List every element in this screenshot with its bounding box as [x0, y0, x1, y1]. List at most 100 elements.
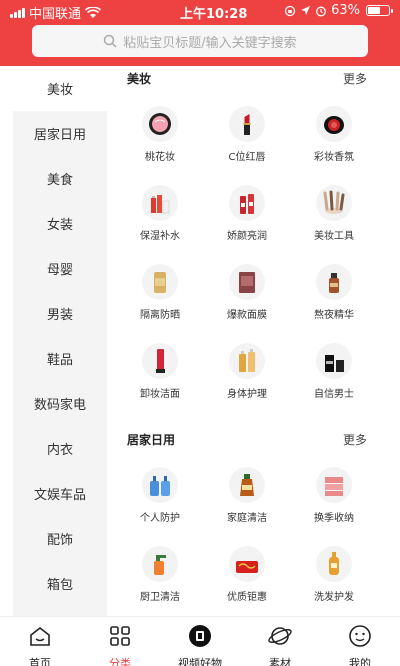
- category-item[interactable]: 保湿补水: [115, 185, 205, 255]
- category-item-label: 卸妆洁面: [140, 389, 180, 400]
- sidebar-item[interactable]: 男装: [13, 291, 107, 336]
- category-item[interactable]: 洗发护发: [289, 546, 379, 616]
- category-item-label: 熬夜精华: [314, 310, 354, 321]
- tab-bar: 首页 分类 视频好物 素材 我的: [0, 616, 400, 666]
- search-placeholder: 粘贴宝贝标题/输入关键字搜索: [123, 35, 297, 51]
- sidebar-item-label: 箱包: [46, 578, 73, 593]
- sidebar-item[interactable]: 数码家电: [13, 381, 107, 426]
- tab-category[interactable]: 分类: [80, 617, 160, 666]
- category-item-label: 桃花妆: [145, 152, 175, 163]
- sidebar-item-label: 男装: [46, 308, 73, 323]
- search-input[interactable]: 粘贴宝贝标题/输入关键字搜索: [32, 25, 368, 57]
- category-sidebar: 美妆居家日用美食女装母婴男装鞋品数码家电内衣文娱车品配饰箱包: [13, 66, 107, 616]
- category-item-label: 优质钜惠: [227, 592, 267, 603]
- category-item[interactable]: C位红唇: [202, 106, 292, 176]
- planet-icon: [267, 623, 293, 655]
- category-item-label: 厨卫清洁: [140, 592, 180, 603]
- sidebar-item-label: 美食: [46, 173, 73, 188]
- category-item[interactable]: 熬夜精华: [289, 264, 379, 334]
- disinfectant-bottle-icon: [229, 467, 265, 503]
- category-item[interactable]: 隔离防晒: [115, 264, 205, 334]
- sidebar-item-label: 配饰: [46, 533, 73, 548]
- tab-label: 视频好物: [178, 657, 222, 666]
- body-lotion-icon: [229, 343, 265, 379]
- category-item[interactable]: 娇颜亮润: [202, 185, 292, 255]
- sidebar-item-label: 女装: [46, 218, 73, 233]
- sidebar-item[interactable]: 美食: [13, 156, 107, 201]
- sidebar-item-label: 内衣: [46, 443, 73, 458]
- category-item[interactable]: 爆款面膜: [202, 264, 292, 334]
- category-item[interactable]: 个人防护: [115, 467, 205, 537]
- more-link[interactable]: 更多: [343, 431, 367, 448]
- sidebar-item-label: 居家日用: [33, 128, 86, 143]
- face-mask-icon: [229, 264, 265, 300]
- battery-icon: [366, 5, 393, 16]
- section-title: 美妆: [127, 71, 152, 86]
- mens-care-icon: [316, 343, 352, 379]
- sidebar-item[interactable]: 居家日用: [13, 111, 107, 156]
- category-item[interactable]: 自信男士: [289, 343, 379, 413]
- home-icon: [27, 623, 53, 655]
- category-item[interactable]: 彩妆香氛: [289, 106, 379, 176]
- sidebar-item[interactable]: 文娱车品: [13, 471, 107, 516]
- sidebar-item[interactable]: 内衣: [13, 426, 107, 471]
- category-item-label: 洗发护发: [314, 592, 354, 603]
- skincare-bottles-icon: [142, 185, 178, 221]
- hand-sanitizer-icon: [142, 467, 178, 503]
- tab-home[interactable]: 首页: [0, 617, 80, 666]
- category-item[interactable]: 换季收纳: [289, 467, 379, 537]
- sidebar-item-label: 母婴: [46, 263, 73, 278]
- sunscreen-icon: [142, 264, 178, 300]
- tissue-pack-icon: [229, 546, 265, 582]
- spray-cleaner-icon: [142, 546, 178, 582]
- category-item[interactable]: 身体护理: [202, 343, 292, 413]
- video-icon: [187, 623, 213, 655]
- tab-label: 分类: [109, 657, 131, 666]
- category-item-label: 隔离防晒: [140, 310, 180, 321]
- tab-planet[interactable]: 素材: [240, 617, 320, 666]
- storage-box-icon: [316, 467, 352, 503]
- lotion-bottles-icon: [229, 185, 265, 221]
- signal-icon: [10, 7, 25, 18]
- category-item[interactable]: 优质钜惠: [202, 546, 292, 616]
- tab-label: 首页: [29, 657, 51, 666]
- category-item[interactable]: 美妆工具: [289, 185, 379, 255]
- status-bar: 中国联通 上午10:28 63%: [10, 2, 393, 22]
- category-item-label: 身体护理: [227, 389, 267, 400]
- category-item-label: 个人防护: [140, 513, 180, 524]
- sidebar-item[interactable]: 鞋品: [13, 336, 107, 381]
- tab-video[interactable]: 视频好物: [160, 617, 240, 666]
- blush-compact-icon: [316, 106, 352, 142]
- shampoo-bottle-icon: [316, 546, 352, 582]
- category-item-label: 彩妆香氛: [314, 152, 354, 163]
- battery-percent: 63%: [331, 3, 360, 18]
- category-item[interactable]: 桃花妆: [115, 106, 205, 176]
- category-item[interactable]: 卸妆洁面: [115, 343, 205, 413]
- makeup-brushes-icon: [316, 185, 352, 221]
- section-header: 美妆 更多: [127, 68, 367, 88]
- sidebar-item-label: 鞋品: [46, 353, 73, 368]
- wifi-icon: [85, 6, 102, 18]
- section-title: 居家日用: [127, 432, 176, 447]
- sidebar-item[interactable]: 美妆: [13, 66, 107, 111]
- sidebar-item[interactable]: 箱包: [13, 561, 107, 606]
- sidebar-item-label: 美妆: [46, 83, 73, 98]
- category-item-label: 美妆工具: [314, 231, 354, 242]
- search-icon: [104, 34, 117, 48]
- sidebar-item[interactable]: 女装: [13, 201, 107, 246]
- category-item-label: 自信男士: [314, 389, 354, 400]
- more-link[interactable]: 更多: [343, 70, 367, 87]
- compact-powder-icon: [142, 106, 178, 142]
- sidebar-item[interactable]: 配饰: [13, 516, 107, 561]
- category-item-label: 家庭清洁: [227, 513, 267, 524]
- cleanser-tube-icon: [142, 343, 178, 379]
- carrier-label: 中国联通: [29, 7, 82, 22]
- category-item[interactable]: 厨卫清洁: [115, 546, 205, 616]
- section-header: 居家日用 更多: [127, 429, 367, 449]
- tab-profile[interactable]: 我的: [320, 617, 400, 666]
- sidebar-item-label: 文娱车品: [33, 488, 86, 503]
- status-time: 上午10:28: [180, 7, 248, 22]
- serum-bottle-icon: [316, 264, 352, 300]
- category-item[interactable]: 家庭清洁: [202, 467, 292, 537]
- sidebar-item[interactable]: 母婴: [13, 246, 107, 291]
